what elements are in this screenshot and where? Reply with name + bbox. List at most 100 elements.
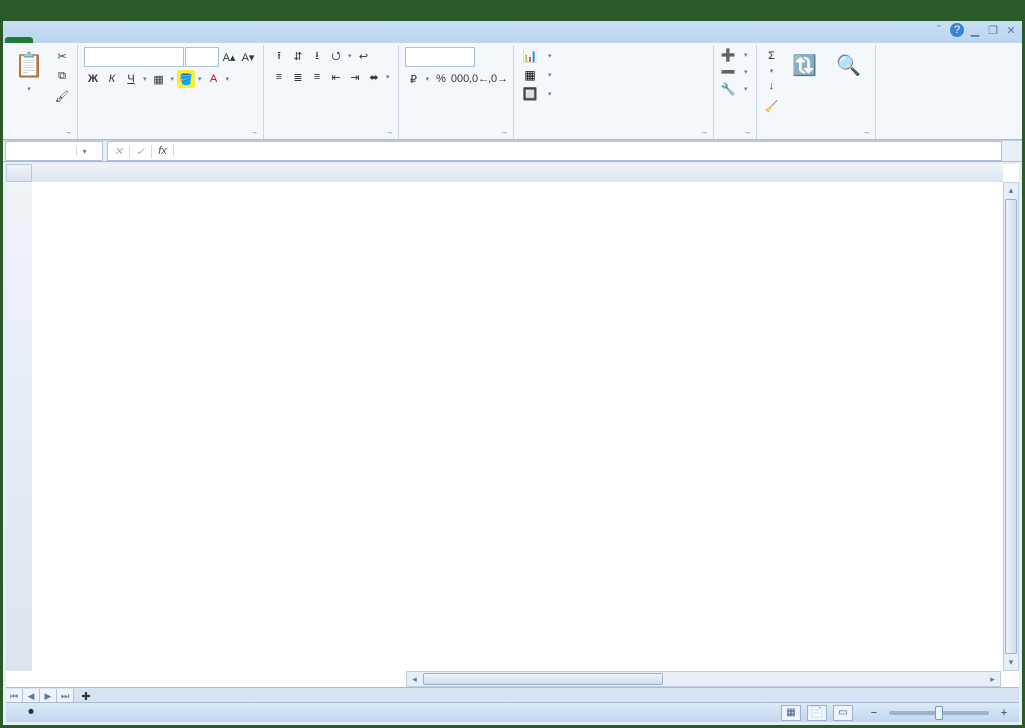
indent-increase-button[interactable]: ⇥ — [346, 68, 364, 86]
merge-button[interactable]: ⬌ — [365, 68, 383, 86]
page-break-view-button[interactable]: ▭ — [833, 705, 853, 721]
percent-button[interactable]: % — [432, 70, 450, 88]
name-box-dropdown[interactable]: ▾ — [76, 147, 92, 156]
normal-view-button[interactable]: ▦ — [781, 705, 801, 721]
indent-decrease-button[interactable]: ⇤ — [327, 68, 345, 86]
minimize-ribbon-icon[interactable]: ˆ — [932, 23, 946, 37]
clipboard-group-label — [9, 135, 71, 139]
insert-icon: ➕ — [720, 47, 736, 63]
sort-icon: 🔃 — [789, 49, 821, 81]
select-all-corner[interactable] — [6, 164, 32, 182]
align-left-button[interactable]: ≡ — [270, 68, 288, 86]
font-size-select[interactable] — [185, 47, 219, 67]
zoom-out-button[interactable]: − — [865, 704, 883, 722]
orientation-button[interactable]: ⭯ — [327, 47, 345, 65]
zoom-thumb[interactable] — [935, 706, 943, 720]
group-alignment: ⭱ ⇵ ⭳ ⭯▾ ↩ ≡ ≣ ≡ ⇤ ⇥ ⬌▾ — [264, 45, 399, 139]
copy-button[interactable]: ⧉ — [53, 67, 71, 85]
format-icon: 🔧 — [720, 81, 736, 97]
cut-button[interactable]: ✂ — [53, 47, 71, 65]
window-minimize-icon[interactable]: ▁ — [968, 23, 982, 37]
align-top-button[interactable]: ⭱ — [270, 47, 288, 65]
cells-area[interactable] — [32, 182, 1003, 671]
cells-group-label — [720, 135, 750, 139]
horizontal-scrollbar[interactable]: ◂ ▸ — [406, 671, 1001, 687]
italic-button[interactable]: К — [103, 70, 121, 88]
fill-color-button[interactable]: 🪣 — [177, 70, 195, 88]
fill-button[interactable]: ↓ — [763, 77, 781, 95]
window-close-icon[interactable]: ✕ — [1004, 23, 1018, 37]
group-styles: 📊▾ ▦▾ 🔲▾ — [514, 45, 714, 139]
decrease-decimal-button[interactable]: ,0→ — [489, 70, 507, 88]
format-painter-button[interactable]: 🖌 — [53, 87, 71, 105]
grow-font-button[interactable]: A▴ — [220, 48, 238, 66]
group-editing: Σ▾ ↓ 🧹 🔃 🔍 — [757, 45, 876, 139]
ribbon: ˆ ? ▁ ❐ ✕ 📋 ▾ ✂ ⧉ 🖌 — [3, 21, 1022, 140]
scroll-right-button[interactable]: ▸ — [985, 672, 1000, 686]
increase-decimal-button[interactable]: ,0← — [470, 70, 488, 88]
delete-cells-button[interactable]: ➖▾ — [720, 64, 750, 80]
align-bottom-button[interactable]: ⭳ — [308, 47, 326, 65]
group-clipboard: 📋 ▾ ✂ ⧉ 🖌 — [3, 45, 78, 139]
formula-input[interactable] — [174, 145, 1001, 157]
cond-format-icon: 📊 — [522, 48, 538, 64]
formula-bar: ▾ ✕ ✓ fx — [3, 140, 1022, 162]
title-bar — [3, 3, 1022, 21]
clear-button[interactable]: 🧹 — [763, 97, 781, 115]
scroll-up-button[interactable]: ▴ — [1004, 183, 1018, 198]
row-headers — [6, 182, 32, 671]
help-icon[interactable]: ? — [950, 23, 964, 37]
underline-button[interactable]: Ч — [122, 70, 140, 88]
scroll-left-button[interactable]: ◂ — [407, 672, 422, 686]
ribbon-tabs: ˆ ? ▁ ❐ ✕ — [3, 21, 1022, 43]
page-layout-view-button[interactable]: 📄 — [807, 705, 827, 721]
status-bar: ⏺ ▦ 📄 ▭ − + — [6, 702, 1019, 722]
group-font: A▴ A▾ Ж К Ч▾ ▦▾ 🪣▾ A▾ — [78, 45, 264, 139]
name-box-input[interactable] — [6, 145, 76, 157]
zoom-in-button[interactable]: + — [995, 704, 1013, 722]
hscroll-thumb[interactable] — [423, 673, 663, 685]
window-restore-icon[interactable]: ❐ — [986, 23, 1000, 37]
scroll-down-button[interactable]: ▾ — [1004, 655, 1018, 670]
font-color-button[interactable]: A — [205, 70, 223, 88]
macro-record-button[interactable]: ⏺ — [22, 704, 40, 722]
font-group-label — [84, 135, 257, 139]
number-format-select[interactable] — [405, 47, 475, 67]
insert-cells-button[interactable]: ➕▾ — [720, 47, 750, 63]
name-box[interactable]: ▾ — [5, 141, 103, 161]
alignment-group-label — [270, 135, 392, 139]
align-middle-button[interactable]: ⇵ — [289, 47, 307, 65]
cell-styles-button[interactable]: 🔲▾ — [520, 85, 707, 103]
comma-button[interactable]: 000 — [451, 70, 469, 88]
sort-filter-button[interactable]: 🔃 — [785, 47, 825, 115]
wrap-text-button[interactable]: ↩ — [355, 47, 373, 65]
bold-button[interactable]: Ж — [84, 70, 102, 88]
format-cells-button[interactable]: 🔧▾ — [720, 81, 750, 97]
find-icon: 🔍 — [833, 49, 865, 81]
styles-group-label — [520, 135, 707, 139]
zoom-slider[interactable] — [889, 711, 989, 715]
editing-group-label — [763, 135, 869, 139]
currency-button[interactable]: ₽ — [405, 70, 423, 88]
vertical-scrollbar[interactable]: ▴ ▾ — [1003, 182, 1019, 671]
format-as-table-button[interactable]: ▦▾ — [520, 66, 707, 84]
column-headers — [32, 164, 1003, 182]
conditional-formatting-button[interactable]: 📊▾ — [520, 47, 707, 65]
cancel-formula-button[interactable]: ✕ — [108, 145, 130, 158]
font-name-select[interactable] — [84, 47, 184, 67]
paste-button[interactable]: 📋 ▾ — [9, 47, 49, 105]
fx-button[interactable]: fx — [152, 145, 174, 157]
enter-formula-button[interactable]: ✓ — [130, 145, 152, 158]
align-center-button[interactable]: ≣ — [289, 68, 307, 86]
autosum-button[interactable]: Σ — [763, 47, 781, 65]
vscroll-thumb[interactable] — [1005, 199, 1017, 654]
shrink-font-button[interactable]: A▾ — [239, 48, 257, 66]
number-group-label — [405, 135, 508, 139]
align-right-button[interactable]: ≡ — [308, 68, 326, 86]
file-tab[interactable] — [5, 37, 33, 43]
borders-button[interactable]: ▦ — [150, 70, 168, 88]
cell-styles-icon: 🔲 — [522, 86, 538, 102]
find-select-button[interactable]: 🔍 — [829, 47, 869, 115]
group-cells: ➕▾ ➖▾ 🔧▾ — [714, 45, 757, 139]
table-icon: ▦ — [522, 67, 538, 83]
